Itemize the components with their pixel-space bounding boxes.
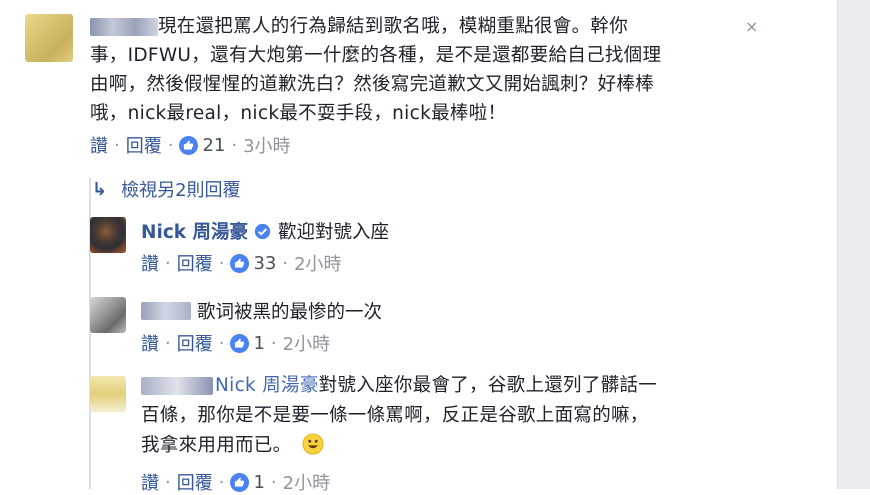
commenter-avatar[interactable] [25,14,73,62]
view-more-replies[interactable]: ↳ 檢視另2則回覆 [92,176,241,202]
author-name[interactable]: Nick 周湯豪 [141,218,248,244]
thumbs-up-icon [230,253,250,273]
like-count[interactable]: 21 [202,135,225,156]
mention-link[interactable]: Nick 周湯豪 [215,375,319,396]
timestamp[interactable]: 2小時 [283,330,330,356]
reply-text: 歌词被黑的最惨的一次 [197,302,383,323]
page-sidebar-strip [837,0,870,489]
commenter-avatar[interactable] [90,297,126,333]
verified-badge-icon [254,223,271,240]
blurred-author-name[interactable] [141,302,191,320]
view-more-label: 檢視另2則回覆 [121,180,241,201]
like-link[interactable]: 讚 [141,250,159,276]
reply-link[interactable]: 回覆 [177,330,213,356]
reply-text: 我拿來用用而已。 [141,435,292,456]
reply-text: 歡迎對號入座 [278,222,390,243]
commenter-avatar[interactable] [90,376,126,412]
like-count[interactable]: 1 [253,333,264,354]
timestamp[interactable]: 2小時 [283,469,330,495]
timestamp[interactable]: 2小時 [294,250,341,276]
reply-text: 對號入座你最會了，谷歌上還列了髒話一 [318,375,658,396]
comment-actions: 讚 · 回覆 · 1 · 2小時 [141,330,382,356]
thumbs-up-icon [179,135,199,155]
like-link[interactable]: 讚 [141,330,159,356]
comment-line: 現在還把罵人的行為歸結到歌名哦，模糊重點很會。幹你 [158,16,629,37]
reply-link[interactable]: 回覆 [177,469,213,495]
like-count[interactable]: 33 [253,253,276,274]
timestamp[interactable]: 3小時 [243,132,290,158]
reply-link[interactable]: 回覆 [126,132,162,158]
reply-text: 百條，那你是不是要一條一條罵啊，反正是谷歌上面寫的嘛， [141,405,649,426]
reply-link[interactable]: 回覆 [177,250,213,276]
nick-avatar[interactable] [90,217,126,253]
thumbs-up-icon [230,333,250,353]
reply-arrow-icon: ↳ [92,178,108,200]
comment-actions: 讚 · 回覆 · 33 · 2小時 [141,250,389,276]
like-link[interactable]: 讚 [90,132,108,158]
like-link[interactable]: 讚 [141,469,159,495]
comment-actions: 讚 · 回覆 · 21 · 3小時 [90,132,770,158]
comment-1: 現在還把罵人的行為歸結到歌名哦，模糊重點很會。幹你 事，IDFWU，還有大炮第一… [90,12,770,158]
comment-actions: 讚 · 回覆 · 1 · 2小時 [141,469,781,495]
reply-3: Nick 周湯豪對號入座你最會了，谷歌上還列了髒話一 百條，那你是不是要一條一條… [141,371,781,495]
comment-line: 事，IDFWU，還有大炮第一什麼的各種，是不是還都要給自己找個理 [90,45,662,66]
blurred-author-name[interactable] [90,18,158,36]
comment-line: 哦，nick最real，nick最不耍手段，nick最棒啦！ [90,103,507,124]
reply-1: Nick 周湯豪 歡迎對號入座 讚 · 回覆 · 33 · 2小時 [141,218,389,276]
blurred-author-name[interactable] [141,377,213,395]
smile-emoji-icon [302,433,324,465]
like-count[interactable]: 1 [253,472,264,493]
reply-2: 歌词被黑的最惨的一次 讚 · 回覆 · 1 · 2小時 [141,298,382,356]
close-icon[interactable]: × [745,17,758,36]
comment-line: 由啊，然後假惺惺的道歉洗白？然後寫完道歉文又開始諷刺？好棒棒 [90,74,655,95]
